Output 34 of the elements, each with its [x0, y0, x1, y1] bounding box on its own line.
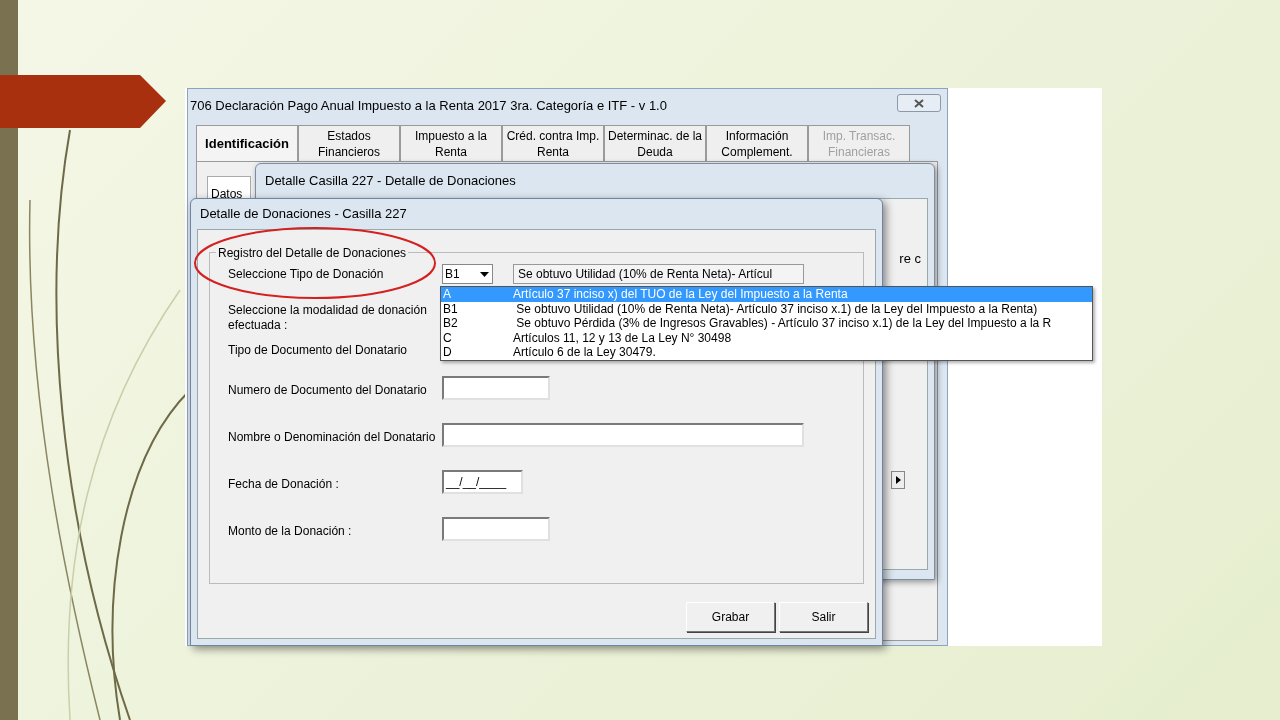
right-arrow-icon: [895, 476, 901, 484]
input-field[interactable]: [442, 376, 550, 400]
partial-label: re c: [899, 250, 921, 268]
window-title: 706 Declaración Pago Anual Impuesto a la Renta 2017 3ra. Categoría e ITF - v 1.0: [190, 97, 667, 116]
tab[interactable]: Determinac. de la Deuda: [604, 125, 706, 161]
input-field[interactable]: [442, 517, 550, 541]
dropdown-option[interactable]: D Artículo 6 de la Ley 30479.: [441, 345, 1092, 360]
dropdown-option[interactable]: C Artículos 11, 12 y 13 de La Ley N° 30498: [441, 330, 1092, 345]
scroll-right-button[interactable]: [891, 471, 905, 489]
field-label: Numero de Documento del Donatario: [228, 383, 428, 398]
tab[interactable]: Identificación: [196, 125, 298, 161]
field-label: Nombre o Denominación del Donatario: [228, 430, 437, 445]
dialog-button[interactable]: Grabar: [686, 602, 775, 632]
field-label: Seleccione la modalidad de donación efectuada :: [228, 303, 428, 333]
tab[interactable]: Estados Financieros: [298, 125, 400, 161]
input-field[interactable]: __/__/____: [442, 470, 523, 494]
field-label: Monto de la Donación :: [228, 524, 353, 539]
dropdown-option[interactable]: B1 Se obtuvo Utilidad (10% de Renta Neta)- Artículo 37 inciso x.1) de la Ley del Impuesto a la Renta): [441, 301, 1092, 316]
window-title: Detalle de Donaciones - Casilla 227: [200, 205, 407, 224]
description-field: Se obtuvo Utilidad (10% de Renta Neta)- Artícul: [513, 264, 804, 284]
dropdown-arrow-icon: [480, 271, 489, 277]
field-label: Seleccione Tipo de Donación: [228, 267, 385, 282]
tab[interactable]: Impuesto a la Renta: [400, 125, 502, 161]
dialog-button[interactable]: Salir: [779, 602, 868, 632]
type-dropdown[interactable]: B1: [442, 264, 493, 284]
field-label: Tipo de Documento del Donatario: [228, 343, 408, 358]
close-button[interactable]: [897, 94, 941, 112]
tab[interactable]: Créd. contra Imp. Renta: [502, 125, 604, 161]
dropdown-option[interactable]: B2 Se obtuvo Pérdida (3% de Ingresos Gravables) - Artículo 37 inciso x.1) de la Ley del Impuesto a la R: [441, 316, 1092, 331]
input-field[interactable]: [442, 423, 804, 447]
close-icon: [914, 98, 924, 108]
field-label: Fecha de Donación :: [228, 477, 340, 492]
window-title: Detalle Casilla 227 - Detalle de Donaciones: [265, 172, 516, 191]
tab[interactable]: Información Complement.: [706, 125, 808, 161]
